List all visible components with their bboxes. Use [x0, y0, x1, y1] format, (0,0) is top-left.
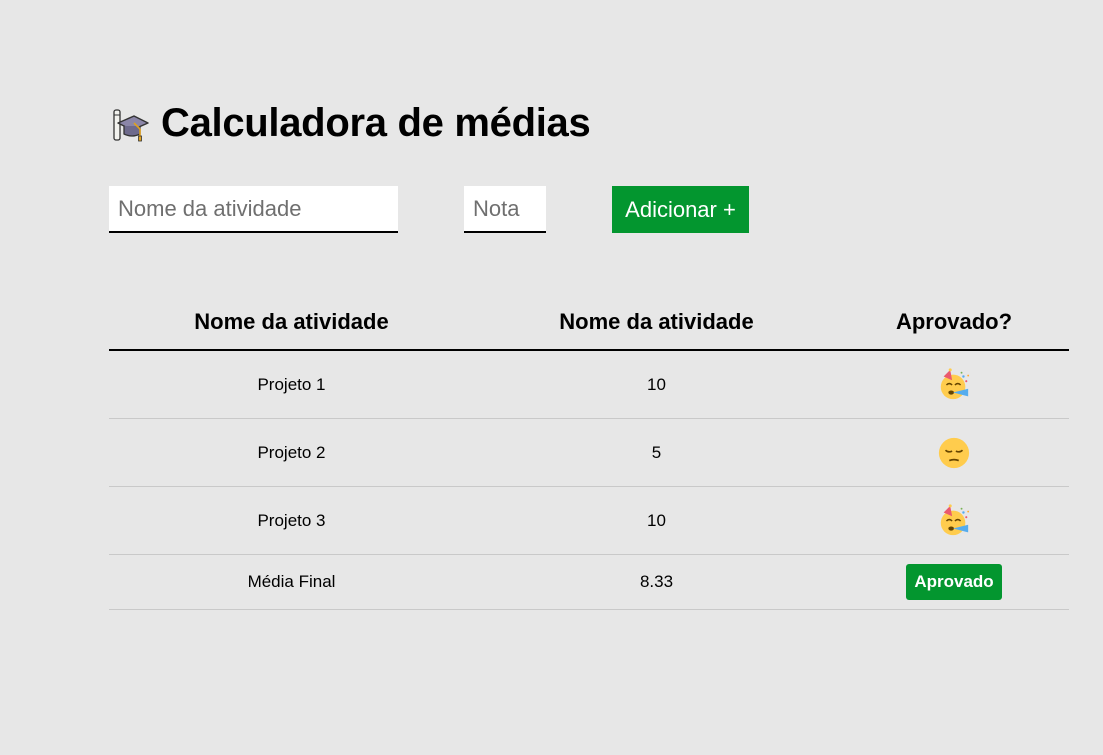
- grade-cell: 10: [474, 350, 839, 419]
- status-cell: [839, 350, 1069, 419]
- add-button[interactable]: Adicionar +: [612, 186, 749, 233]
- table-header-row: Nome da atividade Nome da atividade Apro…: [109, 295, 1069, 351]
- app-container: Calculadora de médias Adicionar + Nome d…: [109, 98, 1069, 610]
- grade-input[interactable]: [464, 186, 546, 233]
- column-header-grade: Nome da atividade: [474, 295, 839, 351]
- add-activity-form: Adicionar +: [109, 186, 809, 233]
- party-face-icon: [937, 367, 971, 399]
- table-row: Projeto 3 10: [109, 486, 1069, 555]
- status-cell: [839, 418, 1069, 487]
- activity-cell: Projeto 2: [109, 418, 474, 487]
- graduation-cap-icon: [109, 103, 149, 143]
- grade-cell: 5: [474, 418, 839, 487]
- final-average-value: 8.33: [474, 554, 839, 610]
- activity-cell: Projeto 1: [109, 350, 474, 419]
- table-row: Projeto 2 5: [109, 418, 1069, 487]
- final-average-label: Média Final: [109, 554, 474, 610]
- final-average-row: Média Final 8.33 Aprovado: [109, 554, 1069, 610]
- party-face-icon: [937, 503, 971, 535]
- final-result-cell: Aprovado: [839, 554, 1069, 610]
- sad-face-icon: [937, 437, 971, 468]
- status-badge: Aprovado: [906, 564, 1002, 600]
- page-title: Calculadora de médias: [161, 100, 591, 145]
- activities-table: Nome da atividade Nome da atividade Apro…: [109, 295, 1069, 610]
- column-header-activity: Nome da atividade: [109, 295, 474, 351]
- activity-name-input[interactable]: [109, 186, 398, 233]
- activity-cell: Projeto 3: [109, 486, 474, 555]
- table-row: Projeto 1 10: [109, 350, 1069, 419]
- title-row: Calculadora de médias: [109, 98, 1069, 148]
- grade-cell: 10: [474, 486, 839, 555]
- status-cell: [839, 486, 1069, 555]
- column-header-approved: Aprovado?: [839, 295, 1069, 351]
